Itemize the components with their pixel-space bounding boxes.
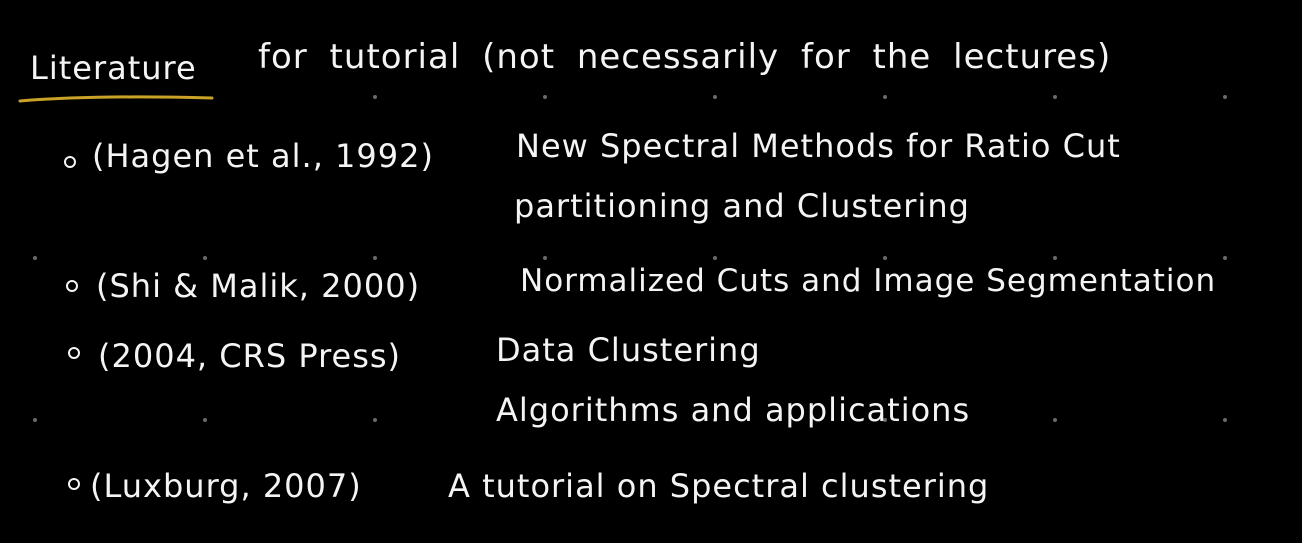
- title-1-line-1: New Spectral Methods for Ratio Cut: [516, 127, 1121, 165]
- note-canvas: Literature for tutorial (not necessarily…: [0, 0, 1302, 543]
- bullet-2: [66, 280, 78, 292]
- citation-2: (Shi & Malik, 2000): [96, 267, 421, 305]
- citation-4: (Luxburg, 2007): [90, 467, 362, 505]
- bullet-1: [64, 156, 76, 168]
- title-3-line-1: Data Clustering: [496, 331, 761, 369]
- heading-underline: [18, 95, 214, 103]
- citation-1: (Hagen et al., 1992): [92, 137, 434, 175]
- title-3-line-2: Algorithms and applications: [496, 391, 971, 429]
- citation-3: (2004, CRS Press): [98, 337, 402, 375]
- heading-rest: for tutorial (not necessarily for the le…: [258, 37, 1112, 77]
- heading-word: Literature: [30, 49, 197, 87]
- title-4-line-1: A tutorial on Spectral clustering: [448, 467, 990, 505]
- title-1-line-2: partitioning and Clustering: [514, 187, 970, 225]
- bullet-3: [68, 347, 80, 359]
- bullet-4: [68, 478, 80, 490]
- title-2-line-1: Normalized Cuts and Image Segmentation: [520, 263, 1217, 299]
